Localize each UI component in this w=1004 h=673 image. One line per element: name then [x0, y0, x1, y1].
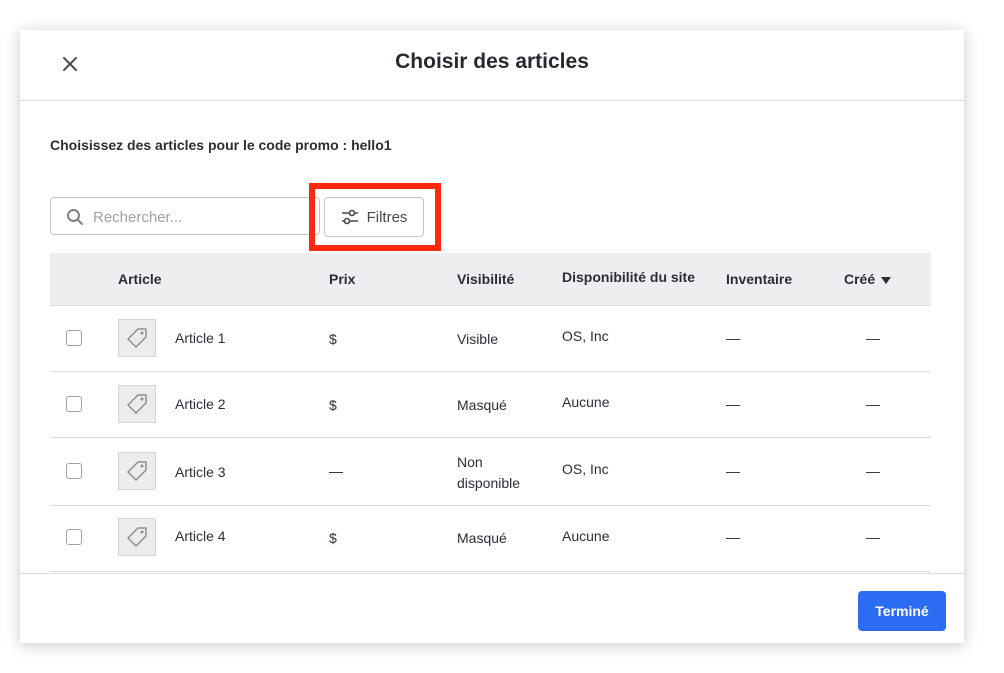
header-prix: Prix: [329, 271, 356, 287]
cell-inventaire: —: [726, 330, 740, 346]
header-article: Article: [118, 271, 162, 287]
cell-cree: —: [866, 396, 880, 412]
tag-icon: [127, 394, 147, 414]
search-box[interactable]: [50, 197, 320, 235]
modal-title: Choisir des articles: [395, 50, 589, 73]
cell-disponibilite: Aucune: [562, 394, 610, 410]
tag-icon: [127, 328, 147, 348]
modal-footer: Terminé: [20, 573, 964, 643]
cell-visibilite: Visible: [457, 331, 498, 347]
cell-disponibilite: Aucune: [562, 528, 610, 544]
header-disponibilite: Disponibilité du site: [562, 269, 696, 285]
item-name: Article 2: [175, 396, 226, 412]
sliders-icon: [341, 209, 358, 225]
item-thumbnail: [118, 518, 156, 556]
modal-header: Choisir des articles: [20, 30, 964, 101]
item-thumbnail: [118, 385, 156, 423]
row-checkbox[interactable]: [66, 330, 82, 346]
cell-disponibilite: OS, Inc: [562, 461, 609, 477]
items-table: Article Prix Visibilité Disponibilité du…: [50, 253, 931, 573]
promo-code-subtitle: Choisissez des articles pour le code pro…: [50, 137, 392, 153]
cell-visibilite: Non disponible: [457, 454, 521, 491]
row-checkbox[interactable]: [66, 463, 82, 479]
filters-button-label: Filtres: [366, 208, 408, 226]
header-inventaire: Inventaire: [726, 271, 793, 287]
cell-visibilite: Masqué: [457, 397, 507, 413]
table-header: Article Prix Visibilité Disponibilité du…: [50, 253, 931, 306]
cell-prix: —: [329, 463, 343, 479]
table-row[interactable]: Article 2 $ Masqué Aucune — —: [50, 371, 931, 438]
cell-disponibilite: OS, Inc: [562, 328, 609, 344]
cell-cree: —: [866, 330, 880, 346]
item-thumbnail: [118, 319, 156, 357]
cell-visibilite: Masqué: [457, 530, 507, 546]
cell-prix: $: [329, 397, 337, 413]
cell-prix: $: [329, 331, 337, 347]
search-input[interactable]: [91, 199, 315, 235]
search-icon: [67, 209, 83, 225]
cell-inventaire: —: [726, 529, 740, 545]
tag-icon: [127, 461, 147, 481]
header-visibilite: Visibilité: [457, 271, 515, 287]
sort-descending-icon: [881, 276, 892, 284]
table-row[interactable]: Article 4 $ Masqué Aucune — —: [50, 505, 931, 572]
choose-items-modal: Choisir des articles Choisissez des arti…: [20, 30, 964, 643]
row-checkbox[interactable]: [66, 529, 82, 545]
row-checkbox[interactable]: [66, 396, 82, 412]
item-name: Article 3: [175, 464, 226, 480]
cell-cree: —: [866, 529, 880, 545]
item-name: Article 1: [175, 330, 226, 346]
header-cree-label: Créé: [844, 271, 876, 287]
tag-icon: [127, 527, 147, 547]
cell-inventaire: —: [726, 396, 740, 412]
table-row[interactable]: Article 1 $ Visible OS, Inc — —: [50, 305, 931, 372]
cell-cree: —: [866, 463, 880, 479]
header-cree-sort[interactable]: Créé: [844, 271, 892, 287]
item-thumbnail: [118, 452, 156, 490]
cell-prix: $: [329, 530, 337, 546]
cell-inventaire: —: [726, 463, 740, 479]
table-row[interactable]: Article 3 — Non disponible OS, Inc — —: [50, 437, 931, 506]
done-button[interactable]: Terminé: [858, 591, 946, 631]
item-name: Article 4: [175, 528, 226, 544]
filters-button[interactable]: Filtres: [324, 197, 424, 237]
